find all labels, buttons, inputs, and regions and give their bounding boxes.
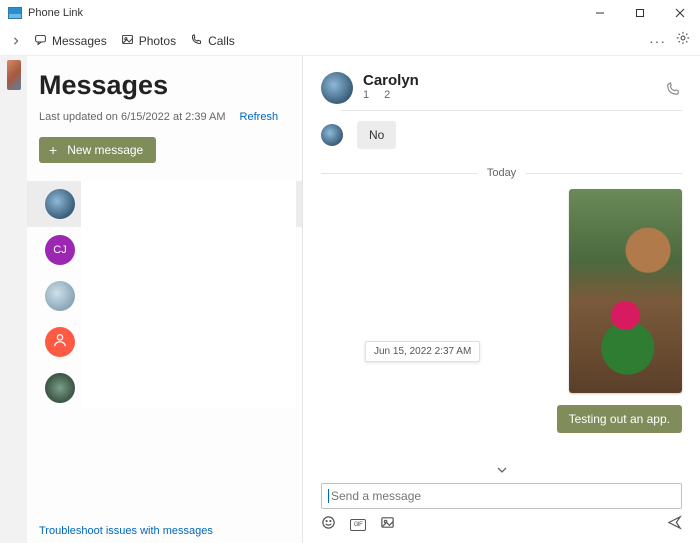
avatar <box>45 327 75 357</box>
thread-preview-placeholder <box>81 181 296 409</box>
compose-input-wrapper[interactable] <box>321 483 682 509</box>
phone-icon <box>666 83 680 100</box>
avatar: CJ <box>45 235 75 265</box>
app-icon <box>8 7 22 19</box>
emoji-icon <box>321 517 336 534</box>
main: Messages Last updated on 6/15/2022 at 2:… <box>0 56 700 543</box>
nav-tab-label: Photos <box>139 34 176 48</box>
conversation-body[interactable]: No Today Jun 15, 2022 2:37 AM Testing ou… <box>303 111 700 457</box>
avatar <box>45 281 75 311</box>
new-message-label: New message <box>67 143 143 157</box>
messages-icon <box>34 33 47 49</box>
settings-button[interactable] <box>676 31 690 50</box>
compose-input[interactable] <box>331 489 675 503</box>
divider-line <box>526 173 682 174</box>
date-divider: Today <box>321 167 682 179</box>
window-maximize-button[interactable] <box>620 0 660 26</box>
thread-list: CJ <box>39 181 290 537</box>
last-updated-text: Last updated on 6/15/2022 at 2:39 AM <box>39 111 226 123</box>
titlebar: Phone Link <box>0 0 700 26</box>
window-minimize-button[interactable] <box>580 0 620 26</box>
avatar <box>321 124 343 146</box>
contact-name: Carolyn <box>363 72 419 89</box>
gear-icon <box>676 32 690 49</box>
contact-avatar[interactable] <box>321 72 353 104</box>
device-strip <box>0 56 27 543</box>
troubleshoot-link[interactable]: Troubleshoot issues with messages <box>39 525 213 537</box>
calls-icon <box>190 33 203 49</box>
conversation-header: Carolyn 1 2 <box>303 56 700 110</box>
divider-line <box>321 173 477 174</box>
conversation-list-pane: Messages Last updated on 6/15/2022 at 2:… <box>27 56 303 543</box>
top-nav: Messages Photos Calls ··· <box>0 26 700 56</box>
image-button[interactable] <box>380 515 395 535</box>
nav-tab-messages[interactable]: Messages <box>34 33 107 49</box>
message-timestamp-tooltip: Jun 15, 2022 2:37 AM <box>365 341 480 362</box>
compose-toolbar: GIF <box>303 515 700 543</box>
nav-back-button[interactable] <box>6 36 26 46</box>
device-thumbnail[interactable] <box>7 60 21 90</box>
divider-label: Today <box>487 167 516 179</box>
emoji-button[interactable] <box>321 515 336 535</box>
refresh-link[interactable]: Refresh <box>240 111 279 123</box>
call-button[interactable] <box>666 82 680 101</box>
contact-phone: 1 2 <box>363 89 419 101</box>
new-message-button[interactable]: + New message <box>39 137 156 163</box>
page-title: Messages <box>39 70 290 101</box>
outgoing-message-bubble[interactable]: Testing out an app. <box>557 405 682 433</box>
more-icon[interactable]: ··· <box>649 33 666 49</box>
scroll-to-latest-button[interactable] <box>303 463 700 479</box>
avatar <box>45 373 75 403</box>
nav-tab-calls[interactable]: Calls <box>190 33 235 49</box>
image-icon <box>380 517 395 534</box>
avatar <box>45 189 75 219</box>
nav-tab-label: Messages <box>52 34 107 48</box>
app-title: Phone Link <box>28 7 83 19</box>
send-button[interactable] <box>667 515 682 535</box>
window-close-button[interactable] <box>660 0 700 26</box>
photos-icon <box>121 33 134 49</box>
nav-tab-photos[interactable]: Photos <box>121 33 176 49</box>
chevron-down-icon <box>496 463 508 479</box>
send-icon <box>667 517 682 534</box>
gif-icon: GIF <box>350 519 366 531</box>
avatar-initials: CJ <box>53 244 66 256</box>
plus-icon: + <box>49 142 57 158</box>
incoming-message-row: No <box>321 121 682 149</box>
incoming-message-bubble[interactable]: No <box>357 121 396 149</box>
gif-button[interactable]: GIF <box>350 519 366 531</box>
nav-tab-label: Calls <box>208 34 235 48</box>
conversation-pane: Carolyn 1 2 No Today Jun 15, <box>303 56 700 543</box>
outgoing-image-message[interactable] <box>569 189 682 393</box>
text-caret <box>328 489 329 503</box>
person-icon <box>53 333 67 352</box>
